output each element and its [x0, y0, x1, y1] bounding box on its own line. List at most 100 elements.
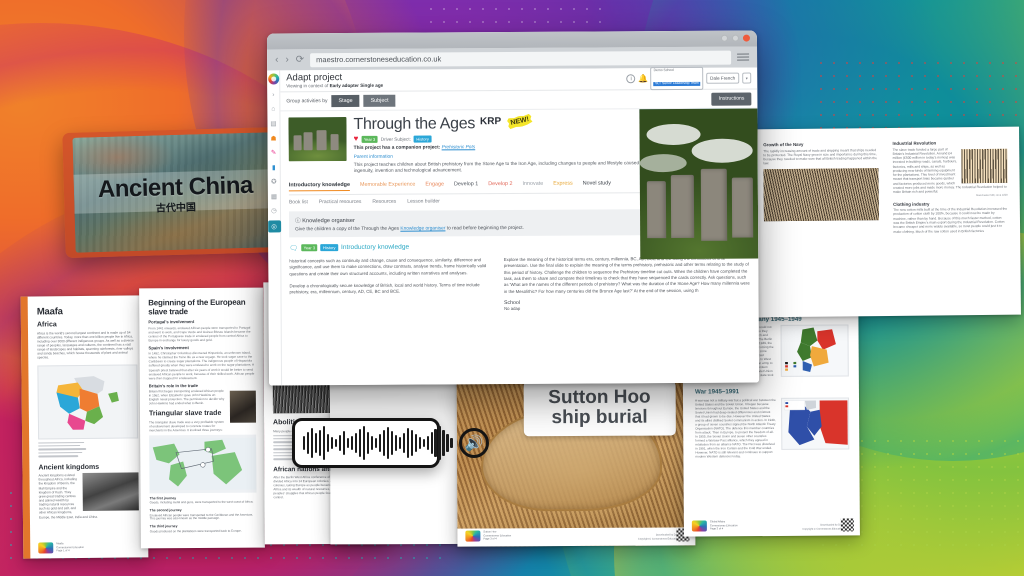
settings-active-icon[interactable]: ◎: [267, 220, 281, 233]
navy-body: The rapidly increasing amount of trade a…: [763, 147, 877, 166]
germany-occupation-zones-map: [780, 324, 849, 378]
school-section-text: No adap: [504, 306, 521, 312]
document-navy-industrial[interactable]: Growth of the Navy The rapidly increasin…: [751, 126, 1021, 318]
info-icon[interactable]: i: [626, 74, 636, 84]
audio-waveform[interactable]: [303, 426, 453, 460]
triangular-trade-map-svg: [149, 437, 257, 490]
browser-window[interactable]: ‹ › ⟳ maestro.cornerstoneseducation.co.u…: [266, 30, 760, 386]
maafa-africa-body: Africa is the world's second largest con…: [36, 330, 134, 360]
project-content: Through the Ages KRP NEW! ♥ Year 3 Drive…: [280, 108, 759, 315]
ko-text-after: to read before beginning the project.: [445, 225, 524, 232]
trade-step3-body: Goods produced on the plantations were t…: [149, 528, 242, 534]
trade-step2-label: The second journey: [149, 508, 182, 513]
navy-heading: Growth of the Navy: [763, 141, 804, 148]
subtab-resources[interactable]: Resources: [372, 199, 396, 205]
cornerstone-logo-icon[interactable]: [267, 73, 279, 85]
subtab-book-list[interactable]: Book list: [289, 199, 308, 205]
knowledge-organiser-title: Knowledge organiser: [302, 218, 355, 225]
project-thumbnail[interactable]: [288, 117, 347, 162]
tab-novel-study[interactable]: Novel study: [583, 181, 611, 190]
address-bar-input[interactable]: maestro.cornerstoneseducation.co.uk: [310, 50, 732, 67]
hamburger-icon[interactable]: [737, 53, 750, 61]
cornerstones-logo-icon: [691, 520, 707, 532]
instructions-button[interactable]: Instructions: [711, 92, 752, 106]
reload-icon[interactable]: ⟳: [296, 54, 304, 65]
eurotrade-britain-heading: Britain's role in the trade: [148, 382, 198, 388]
chart-bar-icon[interactable]: ▮: [269, 162, 278, 171]
speaker-icon[interactable]: 🔊: [458, 428, 489, 458]
tab-engage[interactable]: Engage: [425, 182, 444, 191]
clock-icon[interactable]: ◷: [269, 206, 278, 215]
ik-year-chip: Year 3: [301, 244, 318, 252]
driver-subject-label: Driver Subject:: [380, 136, 411, 142]
browser-nav-icons[interactable]: ‹ › ⟳: [275, 54, 304, 65]
app-header: Adapt project Viewing in context of Earl…: [280, 66, 758, 93]
school-selector[interactable]: Demo School SLT Senior Leadership Team: [650, 66, 704, 91]
minimise-icon[interactable]: [720, 34, 728, 42]
pencil-pink-icon[interactable]: ✎: [269, 148, 278, 157]
globe-icon[interactable]: ✪: [269, 177, 278, 186]
trade-step1-body: Goods, including metal and guns, were tr…: [149, 499, 254, 505]
school-team-badge: SLT Senior Leadership Team: [653, 81, 701, 87]
person-orange-icon[interactable]: ☗: [269, 133, 278, 142]
cold-war-heading: War 1945–1991: [694, 388, 740, 396]
project-description: This project teaches children about Brit…: [353, 159, 646, 174]
eurotrade-spain-heading: Spain's involvement: [148, 345, 189, 351]
trade-step2-body: Enslaved African people were transported…: [149, 512, 254, 521]
tab-innovate[interactable]: Innovate: [523, 181, 544, 190]
introductory-knowledge-title[interactable]: Introductory knowledge: [341, 244, 409, 251]
document-maafa[interactable]: Maafa Africa Africa is the world's secon…: [20, 295, 149, 559]
subtab-practical-resources[interactable]: Practical resources: [319, 199, 362, 205]
tab-develop-2[interactable]: Develop 2: [488, 181, 512, 190]
calendar-icon[interactable]: ▦: [269, 191, 278, 200]
lesson-right-text: Explore the meaning of the historical te…: [503, 255, 750, 294]
audio-player-widget[interactable]: 🔊: [292, 418, 489, 468]
tab-express[interactable]: Express: [553, 181, 573, 190]
tab-introductory-knowledge[interactable]: Introductory knowledge: [288, 182, 351, 192]
ancient-china-tablet[interactable]: Ancient China 古代中国: [62, 126, 284, 259]
slide-sutton-hoo[interactable]: Sutton Hoo ship burial Sutton Hoo Corner…: [456, 369, 696, 547]
new-badge: NEW!: [506, 113, 532, 129]
industrial-heading: Industrial Revolution: [892, 140, 937, 146]
window-controls[interactable]: [720, 34, 750, 42]
group-option-subject[interactable]: Subject: [363, 94, 396, 107]
maafa-footer-line3: Page 1 of 4: [56, 549, 70, 553]
heart-icon[interactable]: ♥: [354, 134, 359, 143]
sutton-hoo-footer-branding: Sutton Hoo Cornerstones Education Page 3…: [465, 530, 511, 542]
user-name[interactable]: Dale French: [706, 72, 740, 84]
group-option-stage[interactable]: Stage: [331, 94, 360, 108]
stonehenge-hero-photo: [639, 108, 759, 260]
cornerstones-logo-icon: [465, 530, 481, 542]
home-icon[interactable]: ⌂: [269, 104, 278, 113]
page-subtitle-context: Early adopter Single age: [329, 82, 384, 89]
chevron-down-icon[interactable]: ▾: [742, 72, 752, 84]
close-icon[interactable]: [742, 34, 750, 42]
knowledge-organiser-link[interactable]: Knowledge organiser: [400, 226, 445, 231]
collapse-chevron-icon[interactable]: ›: [269, 90, 278, 99]
ik-subject-chip: History: [320, 244, 339, 252]
sutton-hoo-title-callout: Sutton Hoo ship burial: [523, 380, 676, 436]
maximise-icon[interactable]: [731, 34, 739, 42]
subtab-lesson-builder[interactable]: Lesson builder: [407, 199, 440, 205]
eurotrade-spain-body: In 1492, Christopher Columbus discovered…: [148, 351, 255, 380]
ko-text-before: Give the children a copy of the Through …: [295, 226, 401, 232]
forward-icon[interactable]: ›: [285, 54, 288, 65]
clothing-body: The new cotton mills built at the time o…: [893, 206, 1008, 234]
bell-icon[interactable]: 🔔: [638, 74, 648, 83]
app-body: › ⌂ ▤ ☗ ✎ ▮ ✪ ▦ ◷ ◎ Adapt project Viewin…: [267, 66, 760, 386]
tab-memorable-experience[interactable]: Memorable Experience: [360, 182, 415, 191]
navy-column: Growth of the Navy The rapidly increasin…: [763, 138, 879, 221]
clipboard-icon[interactable]: ▤: [269, 119, 278, 128]
page-subtitle-prefix: Viewing in context of: [286, 83, 330, 89]
lesson-left-text-2: Develop a chronologically secure knowled…: [289, 282, 480, 295]
postwar-footer-branding: Global Affairs Cornerstones Education Pa…: [691, 520, 738, 532]
browser-titlebar[interactable]: [266, 30, 758, 50]
industrial-column: Industrial Revolution The slave trade fu…: [892, 137, 1008, 234]
qr-code-icon: [840, 518, 854, 532]
app-header-right[interactable]: i 🔔 Demo School SLT Senior Leadership Te…: [626, 66, 752, 91]
document-european-slave-trade[interactable]: Beginning of the European slave trade Po…: [139, 287, 265, 549]
back-icon[interactable]: ‹: [275, 54, 278, 65]
companion-project-link[interactable]: Prehistoric Pots: [442, 145, 476, 150]
page-subtitle: Viewing in context of Early adopter Sing…: [286, 83, 383, 89]
tab-develop-1[interactable]: Develop 1: [454, 181, 478, 190]
